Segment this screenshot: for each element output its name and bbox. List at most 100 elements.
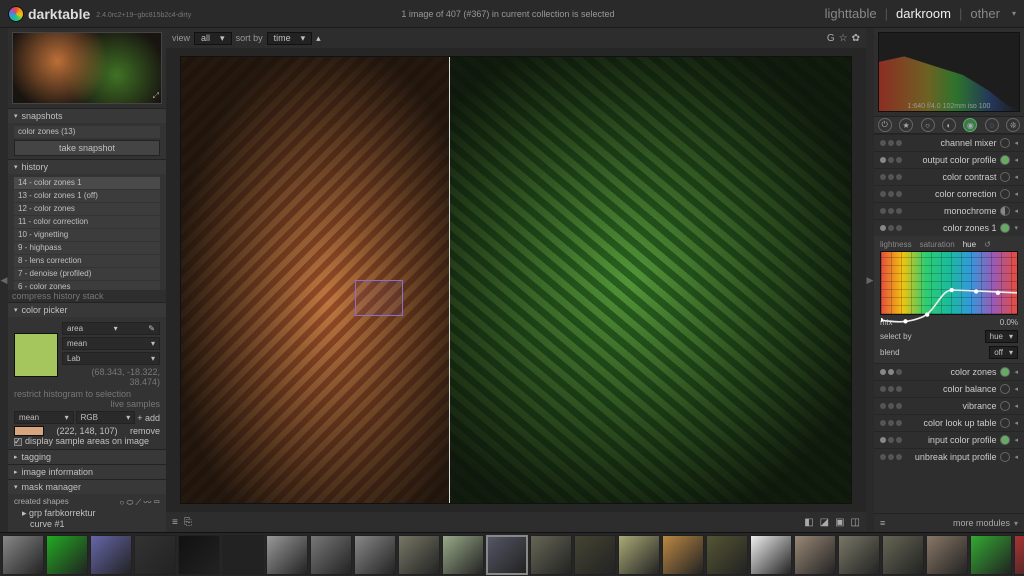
history-item[interactable]: 6 - color zones [14,281,160,290]
module-icon[interactable] [1000,223,1010,233]
history-item[interactable]: 7 - denoise (profiled) [14,268,160,280]
softproof-icon[interactable]: ▣ [835,517,844,528]
cz-tab-hue[interactable]: hue [963,240,976,249]
filmstrip-thumb[interactable] [354,535,396,575]
tab-lighttable[interactable]: lighttable [825,6,877,21]
raw-overexposed-icon[interactable]: ◫ [851,517,860,528]
history-item[interactable]: 11 - color correction [14,216,160,228]
module-color-balance[interactable]: color balance◂ [874,380,1024,397]
history-item[interactable]: 8 - lens correction [14,255,160,267]
navigator-thumbnail[interactable]: ⤢ [12,32,162,104]
tagging-header[interactable]: ▸tagging [8,449,166,464]
shape-brush-icon[interactable]: 〰 [143,498,151,507]
shape-circle-icon[interactable]: ○ [119,498,124,507]
chevron-down-icon[interactable]: ▾ [1014,519,1018,528]
cp-rgb-select[interactable]: RGB▾ [76,411,136,424]
split-handle[interactable] [449,57,450,503]
mask-curve[interactable]: curve #1 [14,519,160,529]
color-picker-header[interactable]: ▾color picker [8,302,166,317]
more-modules[interactable]: more modules [889,518,1010,528]
view-select[interactable]: all▾ [194,32,232,45]
cp-mean2-select[interactable]: mean▾ [14,411,74,424]
blend-select[interactable]: off▾ [989,346,1018,359]
gear-icon[interactable]: ✿ [852,33,860,44]
module-icon[interactable] [1000,138,1010,148]
zoom-fit-icon[interactable]: ⤢ [153,91,159,101]
compress-history[interactable]: compress history stack [8,290,166,302]
module-icon[interactable] [1000,435,1010,445]
module-color-zones[interactable]: color zones◂ [874,363,1024,380]
histogram[interactable]: 1:640 f/4.0 102mm iso 100 [878,32,1020,112]
sort-dir-icon[interactable]: ▴ [316,33,321,44]
image-info-header[interactable]: ▸image information [8,464,166,479]
filmstrip-thumb[interactable] [662,535,704,575]
filmstrip-thumb[interactable] [486,535,528,575]
module-icon[interactable] [1000,206,1010,216]
filmstrip-thumb[interactable] [970,535,1012,575]
modgroup-active-icon[interactable]: ⏻ [878,118,892,132]
overexposed-icon[interactable]: ◧ [804,517,813,528]
cz-tab-saturation[interactable]: saturation [920,240,955,249]
modgroup-favorites-icon[interactable]: ★ [899,118,913,132]
filmstrip-thumb[interactable] [618,535,660,575]
filmstrip[interactable] [0,532,1024,576]
cp-area-select[interactable]: area▾✎ [62,322,160,335]
filmstrip-thumb[interactable] [926,535,968,575]
filmstrip-thumb[interactable] [46,535,88,575]
history-header[interactable]: ▾history [8,159,166,174]
filmstrip-thumb[interactable] [266,535,308,575]
module-icon[interactable] [1000,155,1010,165]
module-icon[interactable] [1000,172,1010,182]
modgroup-tone-icon[interactable]: ◐ [942,118,956,132]
chevron-down-icon[interactable]: ▾ [1012,9,1016,18]
module-input-color-profile[interactable]: input color profile◂ [874,431,1024,448]
filmstrip-thumb[interactable] [1014,535,1024,575]
mask-manager-header[interactable]: ▾mask manager [8,479,166,494]
snapshot-row[interactable]: color zones (13) [14,126,160,138]
module-monochrome[interactable]: monochrome◂ [874,202,1024,219]
snapshots-header[interactable]: ▾snapshots [8,108,166,123]
filmstrip-thumb[interactable] [90,535,132,575]
module-vibrance[interactable]: vibrance◂ [874,397,1024,414]
sort-select[interactable]: time▾ [267,32,313,45]
filmstrip-thumb[interactable] [178,535,220,575]
filmstrip-thumb[interactable] [574,535,616,575]
history-item[interactable]: 10 - vignetting [14,229,160,241]
filmstrip-thumb[interactable] [442,535,484,575]
filmstrip-thumb[interactable] [882,535,924,575]
right-toggle[interactable]: ▶ [866,28,874,532]
module-icon[interactable] [1000,189,1010,199]
display-samples-checkbox[interactable] [14,438,22,446]
star-icon[interactable]: ☆ [839,33,848,44]
mask-group[interactable]: grp farbkorrektur [29,508,96,518]
module-color-zones-1[interactable]: color zones 1▾ [874,219,1024,236]
cp-lab-select[interactable]: Lab▾ [62,352,160,365]
filmstrip-thumb[interactable] [310,535,352,575]
history-item[interactable]: 14 - color zones 1 [14,177,160,189]
history-item[interactable]: 9 - highpass [14,242,160,254]
module-unbreak-input[interactable]: unbreak input profile◂ [874,448,1024,465]
tab-darkroom[interactable]: darkroom [896,6,951,21]
history-item[interactable]: 12 - color zones [14,203,160,215]
shape-path-icon[interactable]: ⟋ [136,498,142,507]
module-icon[interactable] [1000,384,1010,394]
filmstrip-thumb[interactable] [750,535,792,575]
module-color-correction[interactable]: color correction◂ [874,185,1024,202]
cz-reset-icon[interactable]: ↺ [984,240,991,249]
gamut-icon[interactable]: ◪ [820,517,829,528]
cp-mean-select[interactable]: mean▾ [62,337,160,350]
module-color-lookup[interactable]: color look up table◂ [874,414,1024,431]
grouping-icon[interactable]: G [827,33,835,44]
filmstrip-thumb[interactable] [134,535,176,575]
module-icon[interactable] [1000,367,1010,377]
filmstrip-thumb[interactable] [398,535,440,575]
presets-icon[interactable]: ≡ [880,518,885,528]
color-zones-graph[interactable] [880,251,1018,315]
tab-other[interactable]: other [970,6,1000,21]
filmstrip-thumb[interactable] [530,535,572,575]
filmstrip-thumb[interactable] [222,535,264,575]
module-icon[interactable] [1000,452,1010,462]
modgroup-basic-icon[interactable]: ○ [921,118,935,132]
remove-sample-button[interactable]: remove [130,426,160,436]
eyedropper-icon[interactable]: ✎ [148,324,155,333]
